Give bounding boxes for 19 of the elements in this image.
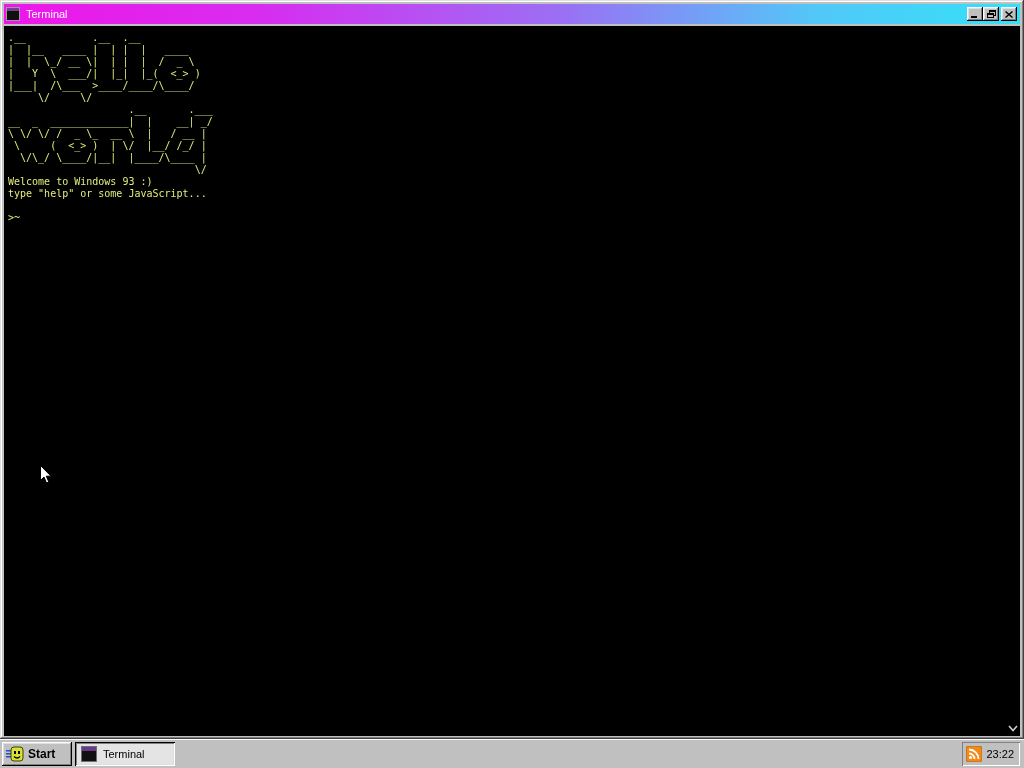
window-title: Terminal — [26, 8, 68, 20]
minimize-button[interactable] — [967, 7, 983, 21]
rss-icon[interactable] — [966, 746, 983, 762]
mouse-pointer-icon — [40, 465, 52, 484]
terminal-line: Welcome to Windows 93 :) — [8, 176, 153, 188]
command-prompt[interactable]: >~ — [8, 212, 21, 224]
ascii-art-text: .__ .__ .__ | |__ ____ | | | | ____ | | \_/ __ \| | | | / _ \ | Y \ ___/| |_| |_( <_> ) |___| /\___ >____/____/\____/ \/ \/ .__ .___ __ _ _____________| | __| _/ \ \/ \/ / _ \_ __ \ | / __ | \ ( <_> ) | \/ |__/ /_/ | \/\_/ \____/|__| |____/\____ | \/ — [8, 32, 213, 176]
taskbar-button[interactable]: Terminal — [75, 742, 175, 766]
close-icon — [1005, 10, 1013, 18]
close-button[interactable] — [1001, 7, 1017, 21]
scroll-down-icon[interactable] — [1008, 725, 1018, 732]
terminal-icon — [81, 746, 97, 762]
restore-icon — [986, 10, 996, 18]
start-button[interactable]: Start — [2, 742, 72, 766]
clock: 23:22 — [986, 748, 1014, 760]
smiley-icon — [6, 746, 24, 762]
terminal-icon — [6, 7, 20, 21]
restore-button[interactable] — [983, 7, 999, 21]
terminal-line: type "help" or some JavaScript... — [8, 188, 207, 200]
